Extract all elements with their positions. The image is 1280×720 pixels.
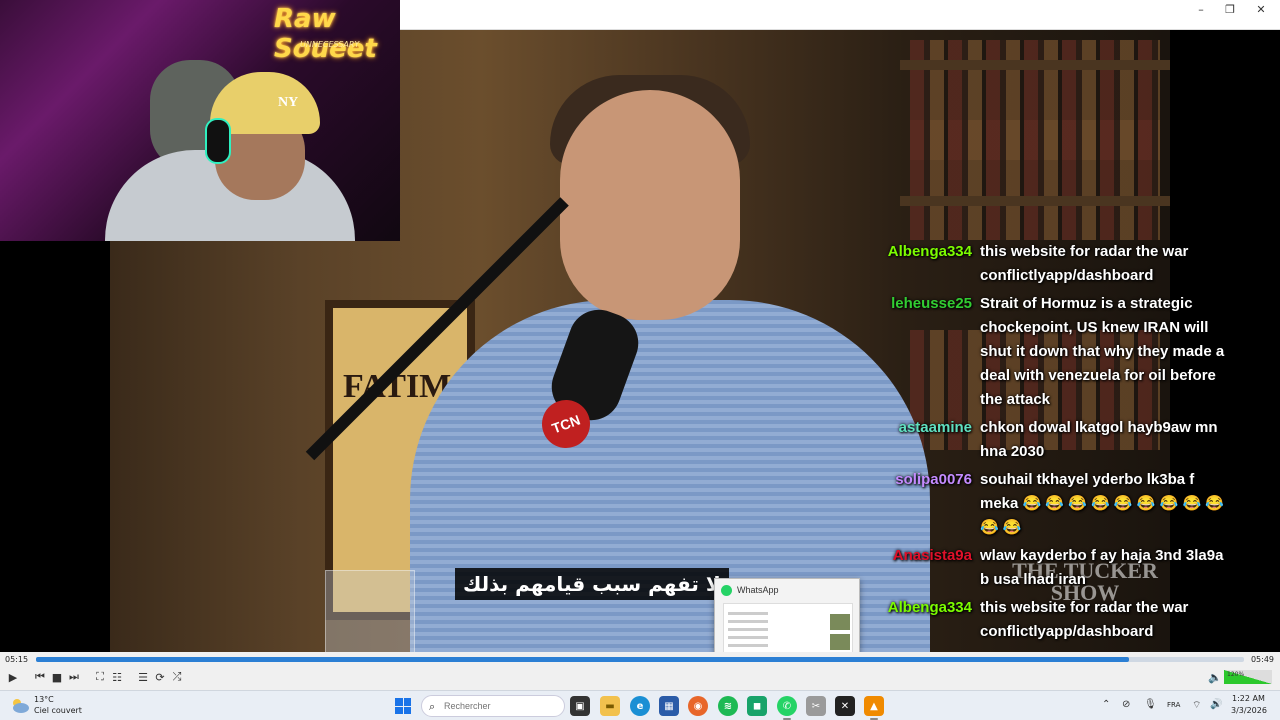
- chat-message-text: this website for radar the war conflictl…: [980, 243, 1189, 284]
- language-indicator[interactable]: FRA: [1167, 701, 1180, 709]
- chat-username[interactable]: leheusse25: [858, 292, 980, 412]
- chat-username[interactable]: Albenga334: [858, 596, 980, 644]
- water-glass: [325, 570, 415, 652]
- clock-time[interactable]: 1:22 AM: [1232, 694, 1265, 703]
- taskbar-search[interactable]: ⌕: [421, 695, 565, 717]
- fullscreen-icon[interactable]: ⛶: [92, 669, 108, 685]
- headset-icon: [205, 118, 231, 164]
- search-input[interactable]: [444, 699, 554, 713]
- seek-bar[interactable]: [36, 657, 1244, 662]
- chat-message: Anasista9a wlaw kayderbo f ay haja 3nd 3l…: [858, 544, 1258, 592]
- chat-app-icon[interactable]: ◼: [747, 696, 767, 716]
- shelf: [900, 196, 1170, 206]
- store-icon[interactable]: ▦: [659, 696, 679, 716]
- cap-logo: NY: [278, 95, 299, 110]
- neon-logo-subtitle: UNNECESSARY: [300, 40, 360, 49]
- chat-username[interactable]: astaamine: [858, 416, 980, 464]
- snipping-tool-icon[interactable]: ✂: [806, 696, 826, 716]
- task-view-icon[interactable]: ▣: [570, 696, 590, 716]
- spotify-icon[interactable]: ≋: [718, 696, 738, 716]
- chat-message: solipa0076 souhail tkhayel yderbo lk3ba f…: [858, 468, 1258, 540]
- volume-tray-icon[interactable]: 🔊: [1210, 699, 1222, 710]
- windows-taskbar: 13°C Ciel couvert ⌕ ▣ ▬ e ▦ ◉ ≋ ◼ ✆ ✂ ✕ …: [0, 690, 1280, 720]
- webcam-overlay: NY Raw Soueet UNNECESSARY: [0, 0, 400, 241]
- file-explorer-icon[interactable]: ▬: [600, 696, 620, 716]
- equalizer-icon[interactable]: ☷: [109, 669, 125, 685]
- stop-icon[interactable]: ■: [49, 669, 65, 685]
- shuffle-icon[interactable]: ⤮: [169, 669, 185, 685]
- chat-message-text: souhail tkhayel yderbo lk3ba f meka 😂 😂 …: [980, 471, 1224, 536]
- speaker-icon[interactable]: 🔈: [1207, 669, 1223, 685]
- whatsapp-preview-title: WhatsApp: [737, 585, 779, 595]
- shelf: [900, 60, 1170, 70]
- chat-message-text: wlaw kayderbo f ay haja 3nd 3la9a b usa …: [980, 547, 1224, 588]
- previous-icon[interactable]: ⏮: [32, 669, 48, 685]
- capcut-icon[interactable]: ✕: [835, 696, 855, 716]
- windows-start-icon[interactable]: [395, 698, 411, 714]
- current-time: 05:15: [5, 655, 29, 664]
- chat-message: Albenga334 this website for radar the war…: [858, 596, 1258, 644]
- vlc-icon[interactable]: ▲: [864, 696, 884, 716]
- search-icon: ⌕: [429, 700, 436, 713]
- host-head: [560, 90, 740, 320]
- neon-logo: Raw Soueet: [274, 4, 377, 64]
- volume-label: 120%: [1227, 671, 1245, 678]
- chat-message: astaamine chkon dowal lkatgol hayb9aw mn …: [858, 416, 1258, 464]
- chat-message-text: chkon dowal lkatgol hayb9aw mn hna 2030: [980, 419, 1218, 460]
- bookshelf: [910, 120, 1160, 240]
- minimize-button[interactable]: –: [1186, 0, 1216, 18]
- firefox-icon[interactable]: ◉: [688, 696, 708, 716]
- playlist-icon[interactable]: ☰: [135, 669, 151, 685]
- maximize-button[interactable]: ❐: [1215, 0, 1245, 18]
- weather-description[interactable]: Ciel couvert: [34, 706, 82, 715]
- loop-icon[interactable]: ⟳: [152, 669, 168, 685]
- chat-overlay: Albenga334 this website for radar the war…: [858, 240, 1258, 648]
- chat-username[interactable]: Anasista9a: [858, 544, 980, 592]
- chevron-up-icon[interactable]: ⌃: [1102, 699, 1110, 710]
- browser-window-titlebar: – ❐ ✕: [400, 0, 1280, 30]
- network-icon[interactable]: ⊘: [1122, 699, 1130, 710]
- whatsapp-taskbar-icon[interactable]: ✆: [777, 696, 797, 716]
- whatsapp-icon: [721, 585, 732, 596]
- chat-message-text: this website for radar the war conflictl…: [980, 599, 1189, 640]
- chat-message-text: Strait of Hormuz is a strategic chockepo…: [980, 295, 1225, 408]
- total-time: 05:49: [1250, 655, 1274, 664]
- chat-message: leheusse25 Strait of Hormuz is a strategi…: [858, 292, 1258, 412]
- clock-date[interactable]: 3/3/2026: [1231, 706, 1267, 715]
- subtitle-text: لا تفهم سبب قيامهم بذلك: [455, 568, 729, 600]
- chat-username[interactable]: Albenga334: [858, 240, 980, 288]
- seek-bar-fill: [36, 657, 1130, 662]
- chat-message: Albenga334 this website for radar the war…: [858, 240, 1258, 288]
- microphone-icon[interactable]: 🎙: [1144, 699, 1157, 710]
- close-button[interactable]: ✕: [1246, 0, 1276, 18]
- chat-username[interactable]: solipa0076: [858, 468, 980, 540]
- wifi-icon[interactable]: ⌔: [1192, 699, 1201, 712]
- edge-icon[interactable]: e: [630, 696, 650, 716]
- play-icon[interactable]: ▶: [5, 669, 21, 685]
- media-player-controls: 05:15 05:49 ▶ ⏮ ■ ⏭ ⛶ ☷ ☰ ⟳ ⤮ 🔈 120%: [0, 652, 1280, 690]
- cloudy-weather-icon[interactable]: [10, 696, 30, 714]
- stream-screen: FATIM TCN THE TUCKER SHOW لا تفهم سبب قي…: [0, 0, 1280, 720]
- next-icon[interactable]: ⏭: [66, 669, 82, 685]
- weather-temperature[interactable]: 13°C: [34, 695, 54, 704]
